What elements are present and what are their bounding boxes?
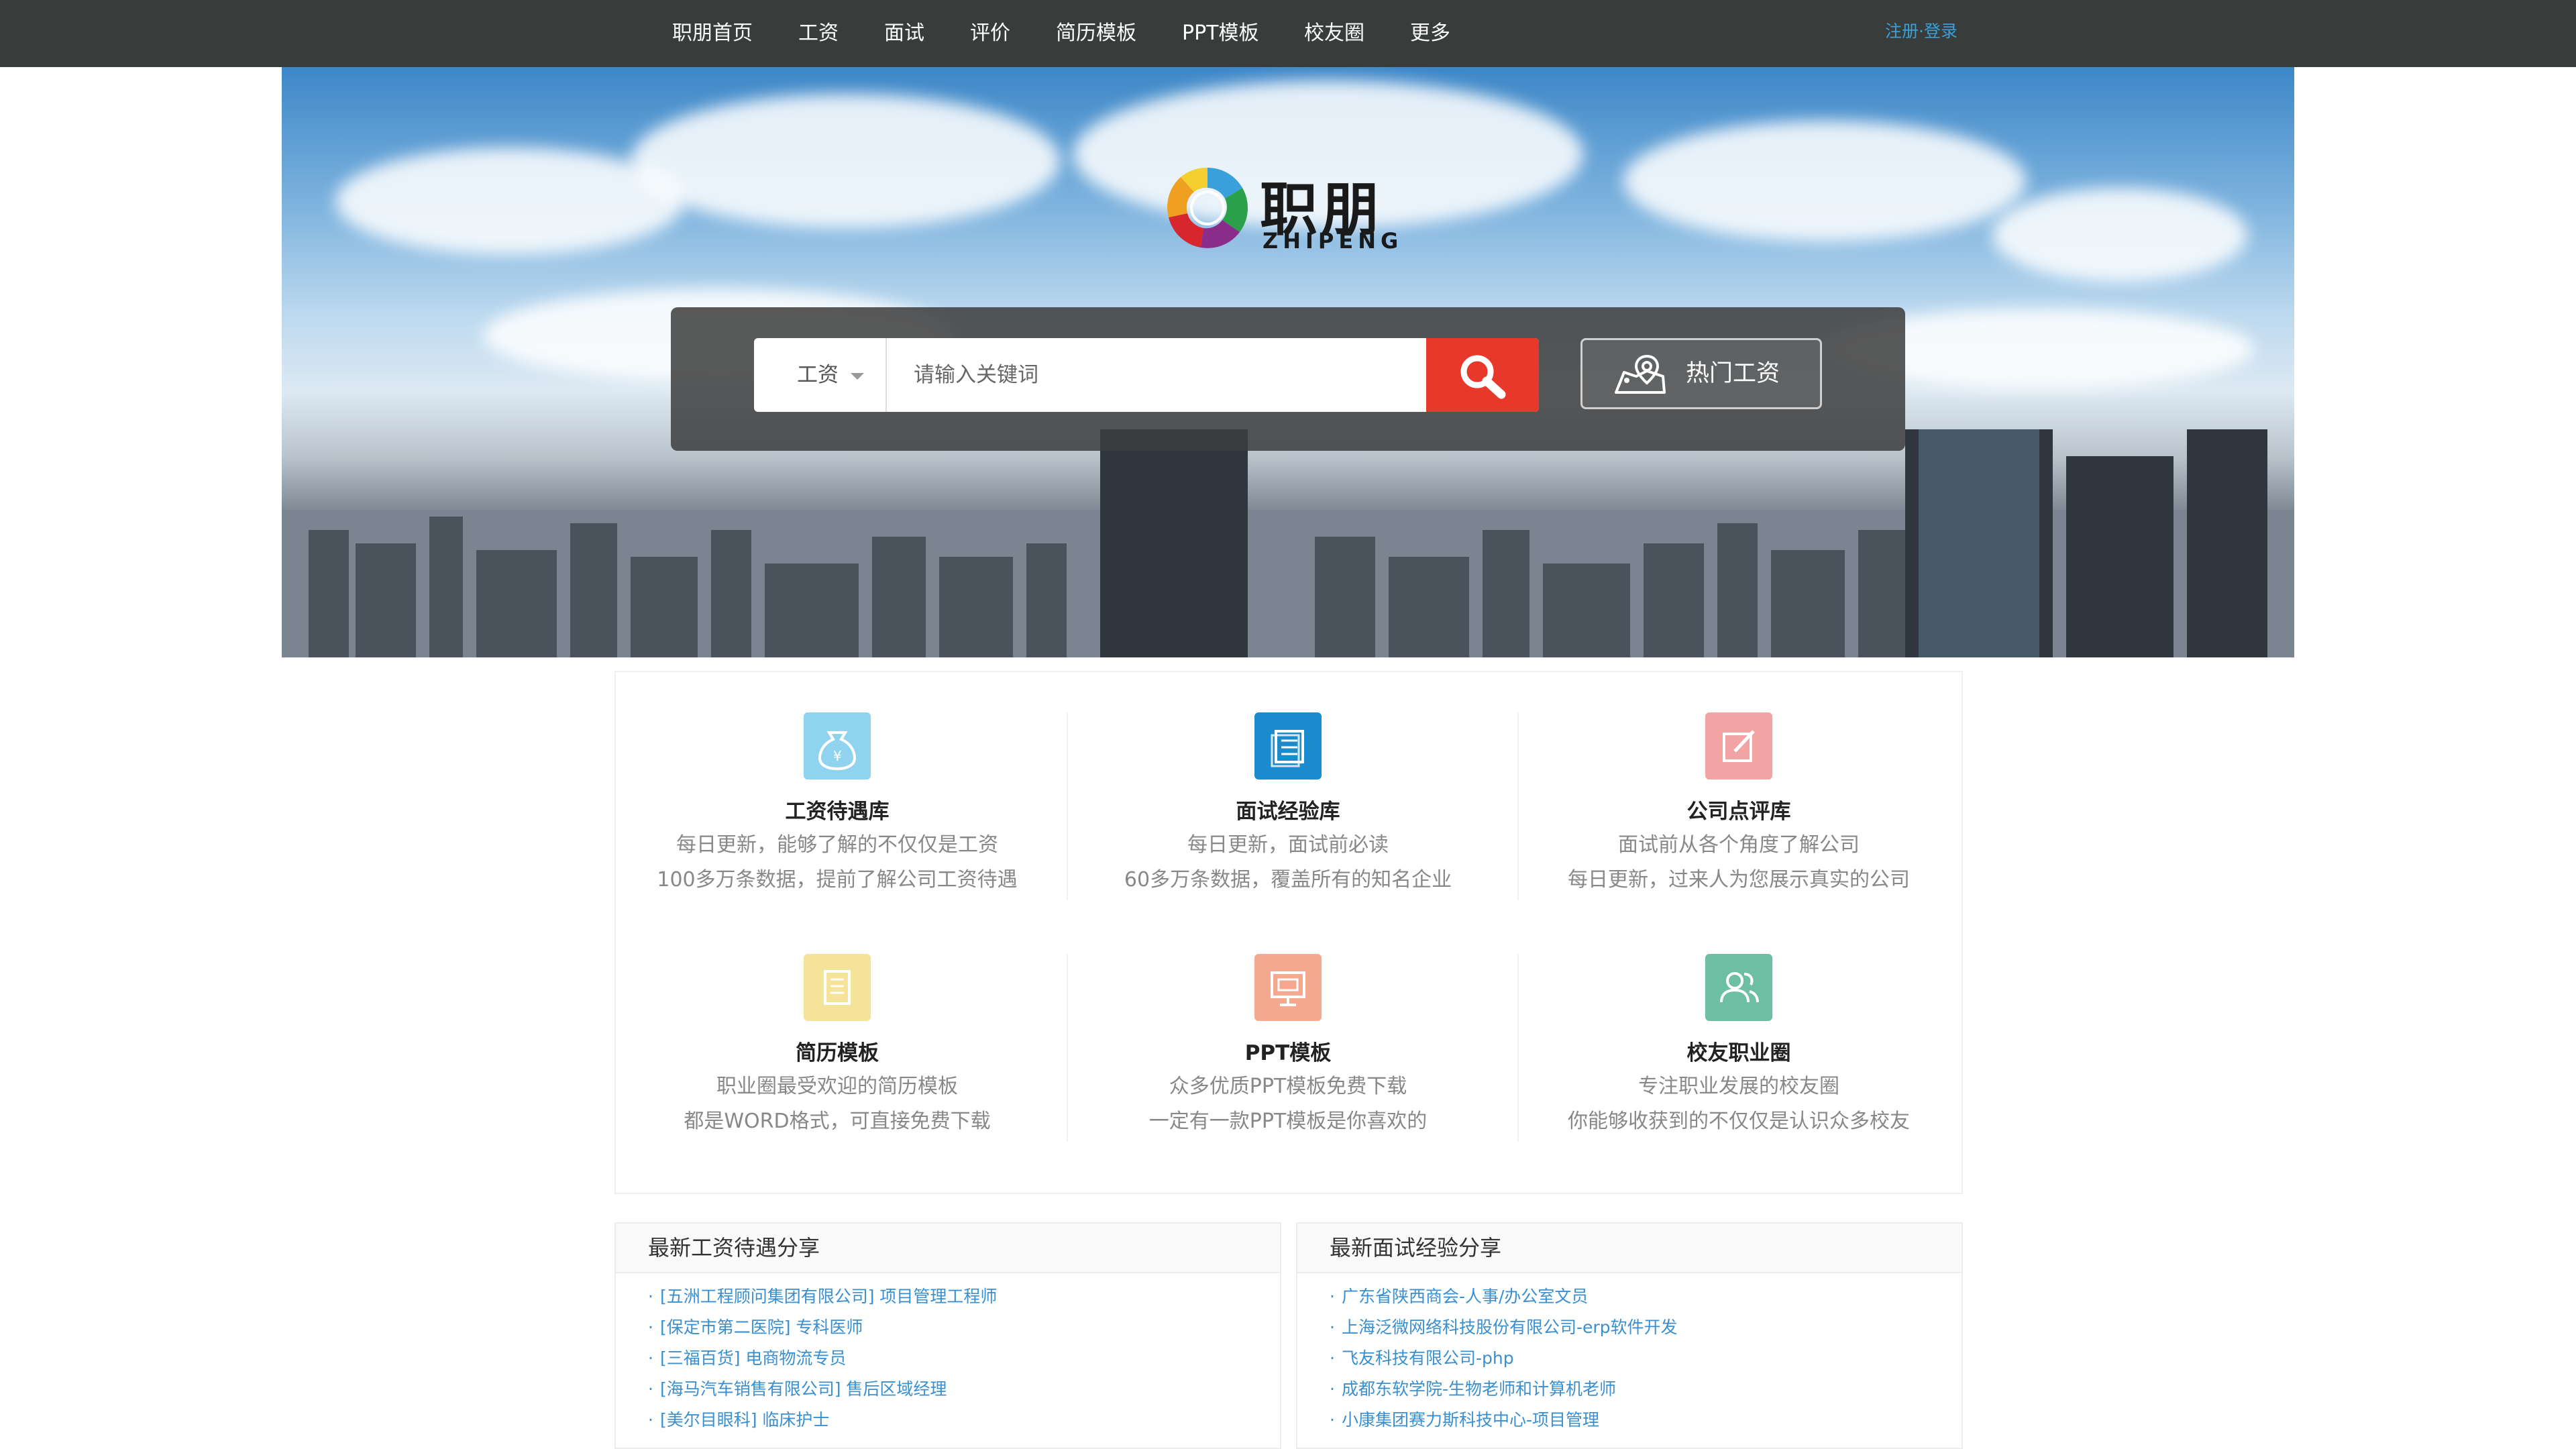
hot-salary-button[interactable]: 热门工资 [1580,338,1822,409]
category-select[interactable]: 工资 [754,338,887,412]
feature-title: 简历模板 [796,1041,879,1065]
resume-icon [804,954,871,1021]
svg-text:¥: ¥ [833,748,842,764]
cloud [1623,121,2026,241]
nav-alumni[interactable]: 校友圈 [1304,0,1364,67]
feature-grid: ¥ 工资待遇库 每日更新，能够了解的不仅仅是工资 100多万条数据，提前了解公司… [614,671,1963,1194]
feature-title: 公司点评库 [1686,800,1791,824]
feature-desc: 一定有一款PPT模板是你喜欢的 [1148,1110,1428,1133]
cloud [631,94,1060,228]
feature-desc: 职业圈最受欢迎的简历模板 [716,1075,958,1098]
salary-share-list: · [五洲工程顾问集团有限公司] 项目管理工程师 · [保定市第二医院] 专科医师 … [616,1273,1280,1436]
nav-review[interactable]: 评价 [970,0,1010,67]
list-item[interactable]: · 成都东软学院-生物老师和计算机老师 [1330,1374,1962,1405]
feature-desc: 每日更新，过来人为您展示真实的公司 [1568,868,1910,892]
hot-salary-label: 热门工资 [1686,360,1780,387]
map-pin-icon [1615,354,1666,394]
search-button[interactable] [1426,338,1539,412]
feature-desc: 众多优质PPT模板免费下载 [1169,1075,1407,1098]
money-bag-icon: ¥ [804,712,871,780]
city-skyline-image [282,429,2294,657]
feature-desc: 每日更新，能够了解的不仅仅是工资 [676,833,998,857]
list-item[interactable]: · [美尔目眼科] 临床护士 [648,1405,1280,1436]
nav-resume-template[interactable]: 简历模板 [1056,0,1136,67]
logo-subtitle: ZHIPENG [1263,228,1403,254]
feature-desc: 面试前从各个角度了解公司 [1618,833,1860,857]
hero-banner: 职朋 ZHIPENG 工资 热门工资 [282,67,2294,657]
list-item[interactable]: · 广东省陕西商会-人事/办公室文员 [1330,1281,1962,1312]
nav-ppt-template[interactable]: PPT模板 [1182,0,1259,67]
interview-share-list: · 广东省陕西商会-人事/办公室文员 · 上海泛微网络科技股份有限公司-erp软件开… [1297,1273,1962,1436]
top-nav-bar: 职朋首页 工资 面试 评价 简历模板 PPT模板 校友圈 更多 注册·登录 [0,0,2576,67]
list-item[interactable]: · 小康集团赛力斯科技中心-项目管理 [1330,1405,1962,1436]
presentation-icon [1254,954,1322,1021]
feature-desc: 60多万条数据，覆盖所有的知名企业 [1124,868,1452,892]
search-box: 工资 [754,338,1539,412]
nav-salary[interactable]: 工资 [798,0,839,67]
document-stack-icon [1254,712,1322,780]
nav-more[interactable]: 更多 [1410,0,1450,67]
search-icon [1460,355,1506,399]
latest-interview-panel: 最新面试经验分享 · 广东省陕西商会-人事/办公室文员 · 上海泛微网络科技股份有限… [1296,1222,1963,1449]
keyword-search-input[interactable] [887,338,1426,412]
users-icon [1705,954,1772,1021]
cloud [1992,188,2247,282]
feature-title: 工资待遇库 [785,800,890,824]
register-login-link[interactable]: 注册·登录 [1885,0,1957,63]
nav-interview[interactable]: 面试 [884,0,924,67]
edit-note-icon [1705,712,1772,780]
caret-down-icon [851,373,864,380]
list-item[interactable]: · [三福百货] 电商物流专员 [648,1343,1280,1374]
feature-title: PPT模板 [1244,1041,1332,1065]
zhipeng-logo-icon [1167,167,1248,248]
feature-desc: 都是WORD格式，可直接免费下载 [684,1110,991,1133]
list-item[interactable]: · 飞友科技有限公司-php [1330,1343,1962,1374]
latest-salary-panel: 最新工资待遇分享 · [五洲工程顾问集团有限公司] 项目管理工程师 · [保定市第二… [614,1222,1281,1449]
feature-desc: 100多万条数据，提前了解公司工资待遇 [657,868,1018,892]
list-item[interactable]: · [保定市第二医院] 专科医师 [648,1312,1280,1343]
feature-desc: 你能够收获到的不仅仅是认识众多校友 [1568,1110,1910,1133]
panel-title: 最新面试经验分享 [1297,1224,1962,1273]
feature-title: 面试经验库 [1236,800,1340,824]
list-item[interactable]: · [海马汽车销售有限公司] 售后区域经理 [648,1374,1280,1405]
nav-home[interactable]: 职朋首页 [672,0,753,67]
list-item[interactable]: · 上海泛微网络科技股份有限公司-erp软件开发 [1330,1312,1962,1343]
feature-desc: 每日更新，面试前必读 [1187,833,1389,857]
feature-title: 校友职业圈 [1686,1041,1791,1065]
panel-title: 最新工资待遇分享 [616,1224,1280,1273]
category-select-value: 工资 [797,363,839,387]
list-item[interactable]: · [五洲工程顾问集团有限公司] 项目管理工程师 [648,1281,1280,1312]
feature-desc: 专注职业发展的校友圈 [1638,1075,1839,1098]
